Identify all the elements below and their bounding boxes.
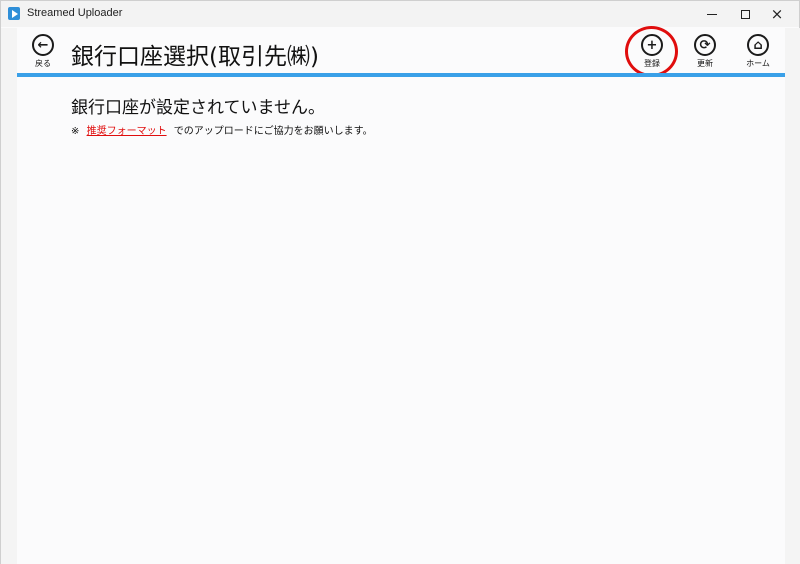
page-title: 銀行口座選択(取引先㈱) [71,44,319,70]
refresh-button[interactable]: ⟳ 更新 [685,34,725,69]
back-label: 戻る [35,59,51,68]
close-button[interactable]: × [758,1,796,27]
recommended-format-link[interactable]: 推奨フォーマット [87,126,167,137]
maximize-icon [740,9,750,19]
note-suffix: でのアップロードにご協力をお願いします。 [173,126,373,137]
plus-circle-icon: + [641,34,663,56]
register-label: 登録 [644,59,660,68]
right-margin [785,28,800,564]
refresh-circle-icon: ⟳ [694,34,716,56]
left-margin [1,28,17,564]
window-title: Streamed Uploader [27,7,123,19]
app-window: Streamed Uploader × ← 戻る 銀行口座選択(取引先㈱) + … [0,0,800,564]
app-play-icon [8,7,20,20]
back-button[interactable]: ← 戻る [29,34,57,69]
minimize-icon [707,13,717,15]
title-bar[interactable]: Streamed Uploader × [1,1,799,27]
title-divider [17,73,785,77]
home-circle-icon: ⌂ [747,34,769,56]
register-button[interactable]: + 登録 [632,34,672,69]
upload-note: ※ 推奨フォーマット でのアップロードにご協力をお願いします。 [71,122,373,137]
back-arrow-icon: ← [32,34,54,56]
home-label: ホーム [746,59,770,68]
refresh-label: 更新 [697,59,713,68]
note-prefix: ※ [71,126,80,137]
close-icon: × [770,4,784,23]
empty-state-message: 銀行口座が設定されていません。 [71,98,325,118]
home-button[interactable]: ⌂ ホーム [738,34,778,69]
